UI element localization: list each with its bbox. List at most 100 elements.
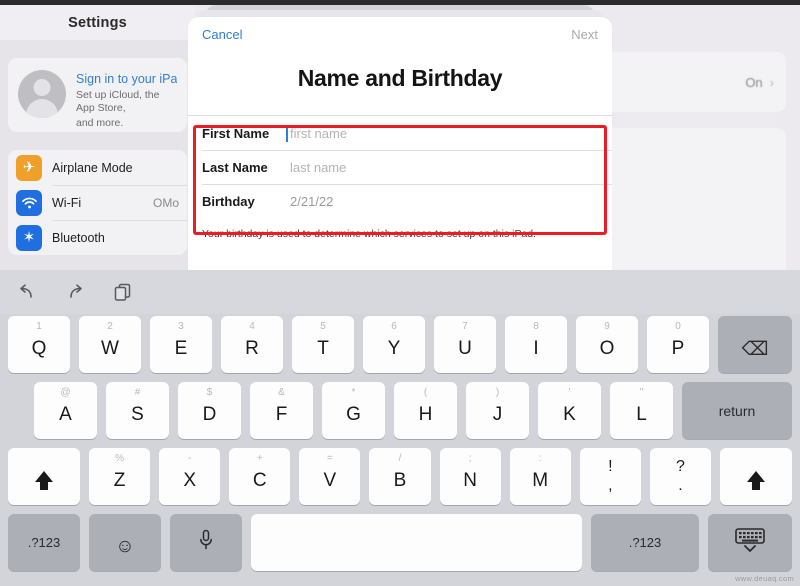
sidebar-item-bluetooth[interactable]: ✶ Bluetooth	[8, 220, 187, 255]
numbers-label: .?123	[628, 535, 662, 550]
watermark: www.deuaq.com	[735, 574, 794, 583]
settings-rows-group: ✈ Airplane Mode Wi-Fi OMo ✶ Bluetooth	[8, 150, 187, 255]
key-hint: #	[134, 387, 141, 398]
key-g[interactable]: * G	[322, 382, 385, 439]
last-name-input[interactable]: last name	[290, 160, 346, 175]
key-o[interactable]: 9 O	[576, 316, 638, 373]
key-hint: /	[398, 453, 402, 464]
key-r[interactable]: 4 R	[221, 316, 283, 373]
key-label: F	[275, 404, 288, 425]
sidebar-item-airplane-mode[interactable]: ✈ Airplane Mode	[8, 150, 187, 185]
sign-in-subtitle-line1: Set up iCloud, the App Store,	[76, 89, 160, 114]
key-j[interactable]: ) J	[466, 382, 529, 439]
key-label: M	[532, 470, 549, 491]
key-label-top: !	[608, 457, 613, 475]
last-name-label: Last Name	[202, 159, 268, 175]
emoji-key[interactable]: ☺	[89, 514, 161, 571]
key-label: B	[393, 470, 407, 491]
key-exclamation-comma[interactable]: ! ,	[579, 448, 641, 505]
key-q[interactable]: 1 Q	[8, 316, 70, 373]
key-v[interactable]: = V	[299, 448, 361, 505]
key-hint: 5	[320, 321, 326, 332]
keyboard-row-1: 1 Q 2 W 3 E 4 R 5 T 6 Y 7 U 8 I 9 O 0 P …	[4, 316, 796, 373]
key-hint: 9	[604, 321, 610, 332]
shift-key-left[interactable]	[8, 448, 80, 505]
key-label-top: ?	[675, 457, 685, 475]
key-t[interactable]: 5 T	[292, 316, 354, 373]
cancel-button[interactable]: Cancel	[202, 27, 242, 42]
key-k[interactable]: ' K	[538, 382, 601, 439]
next-button[interactable]: Next	[571, 27, 598, 42]
key-hint: @	[60, 387, 71, 398]
key-p[interactable]: 0 P	[647, 316, 709, 373]
sidebar-item-wifi[interactable]: Wi-Fi OMo	[8, 185, 187, 220]
key-l[interactable]: " L	[610, 382, 673, 439]
key-z[interactable]: % Z	[89, 448, 151, 505]
paste-icon[interactable]	[110, 279, 136, 305]
key-label: X	[183, 470, 196, 491]
key-label: Z	[113, 470, 126, 491]
birthday-row[interactable]: Birthday 2/21/22	[188, 184, 612, 218]
key-hint: 1	[36, 321, 42, 332]
key-label: U	[458, 338, 472, 359]
hide-keyboard-key[interactable]	[708, 514, 792, 571]
birthday-value[interactable]: 2/21/22	[290, 194, 333, 209]
person-avatar-icon	[18, 70, 66, 118]
sidebar-item-label: Airplane Mode	[52, 160, 133, 175]
undo-icon[interactable]	[14, 279, 40, 305]
key-b[interactable]: / B	[369, 448, 431, 505]
key-hint: 7	[462, 321, 468, 332]
key-hint: -	[187, 453, 192, 464]
birthday-label: Birthday	[202, 193, 255, 209]
backspace-key[interactable]: ⌫	[718, 316, 792, 373]
keyboard-row-2: @ A # S $ D & F * G (H) J ' K " L retu…	[4, 382, 796, 439]
key-a[interactable]: @ A	[34, 382, 97, 439]
dictation-key[interactable]	[170, 514, 242, 571]
key-hint: *	[351, 387, 356, 398]
key-y[interactable]: 6 Y	[363, 316, 425, 373]
key-h[interactable]: ( H	[394, 382, 457, 439]
key-m[interactable]: : M	[509, 448, 571, 505]
sign-in-subtitle-line2: and more.	[76, 117, 124, 129]
key-e[interactable]: 3 E	[150, 316, 212, 373]
numbers-key-right[interactable]: .?123	[591, 514, 699, 571]
numbers-key-left[interactable]: .?123	[8, 514, 80, 571]
modal-title: Name and Birthday	[297, 65, 503, 91]
key-label: T	[317, 338, 329, 359]
space-key[interactable]	[251, 514, 582, 571]
key-hint: 0	[675, 321, 681, 332]
emoji-icon: ☺	[115, 536, 135, 557]
key-label: S	[131, 404, 144, 425]
last-name-row[interactable]: Last Name last name	[188, 150, 612, 184]
key-label: Y	[387, 338, 401, 359]
key-hint: "	[639, 387, 644, 398]
key-hint: )	[495, 387, 500, 398]
key-i[interactable]: 8 I	[505, 316, 567, 373]
key-x[interactable]: - X	[159, 448, 221, 505]
key-hint: 6	[391, 321, 397, 332]
shift-key-right[interactable]	[719, 448, 792, 505]
key-w[interactable]: 2 W	[79, 316, 141, 373]
modal-toolbar: Cancel Next	[188, 17, 612, 51]
key-u[interactable]: 7 U	[434, 316, 496, 373]
key-hint: :	[538, 453, 542, 464]
key-label: J	[492, 404, 503, 425]
settings-header: Settings	[0, 5, 195, 40]
return-key[interactable]: return	[682, 382, 792, 439]
sidebar-item-value: OMo	[152, 195, 179, 210]
hide-keyboard-icon	[732, 527, 768, 558]
key-n[interactable]: ; N	[439, 448, 501, 505]
key-f[interactable]: & F	[250, 382, 313, 439]
key-question-period[interactable]: ? .	[649, 448, 711, 505]
first-name-label: First Name	[202, 125, 270, 141]
first-name-row[interactable]: First Name first name	[188, 116, 612, 150]
wifi-icon	[16, 189, 42, 216]
onscreen-keyboard: 1 Q 2 W 3 E 4 R 5 T 6 Y 7 U 8 I 9 O 0 P …	[0, 270, 800, 586]
redo-icon[interactable]	[62, 279, 88, 305]
sign-in-card[interactable]: Sign in to your iPad Set up iCloud, the …	[8, 58, 187, 132]
key-label: I	[533, 338, 539, 359]
key-c[interactable]: + C	[229, 448, 291, 505]
first-name-input[interactable]: first name	[285, 126, 347, 142]
key-d[interactable]: $ D	[178, 382, 241, 439]
key-s[interactable]: # S	[106, 382, 169, 439]
